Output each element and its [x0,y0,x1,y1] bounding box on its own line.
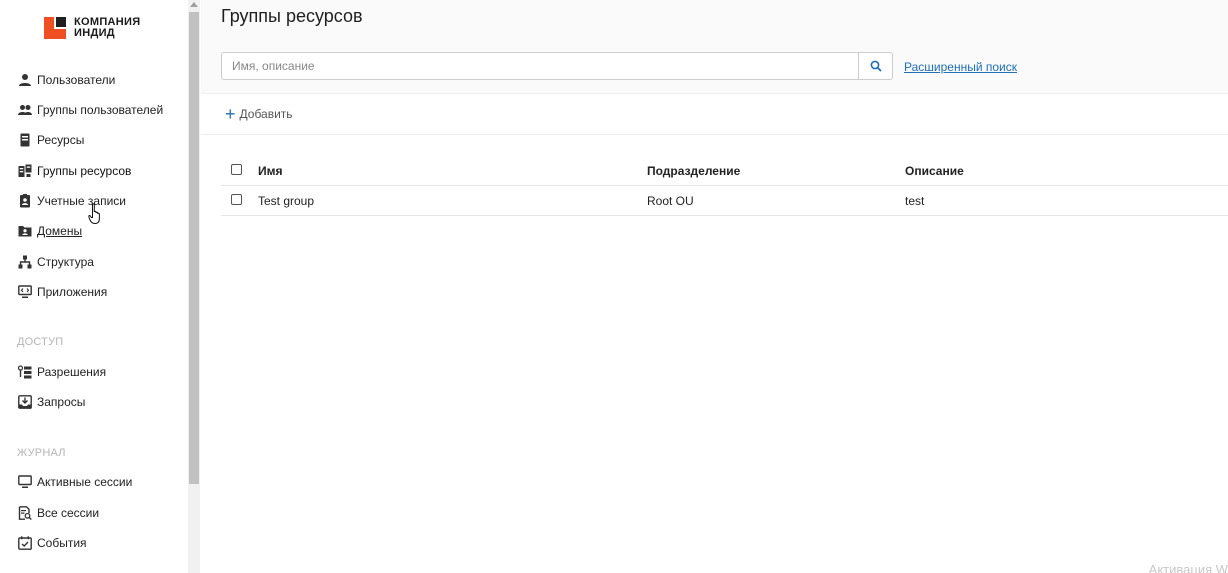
sidebar-item-label: Структура [37,255,94,269]
account-badge-icon [18,194,32,208]
doc-search-icon [18,506,32,520]
add-button-label: Добавить [239,107,293,121]
sidebar-item-domains[interactable]: Домены [18,221,82,241]
server-icon [18,133,32,147]
permissions-icon [18,365,32,379]
sidebar-item-users[interactable]: Пользователи [18,70,115,90]
user-icon [18,73,32,87]
sidebar-item-label: Ресурсы [37,133,85,147]
sidebar-item-label: События [37,536,87,550]
hand-cursor-icon [88,203,100,225]
scroll-up-arrow-icon[interactable] [190,2,198,7]
sidebar-item-structure[interactable]: Структура [18,252,94,272]
sidebar: КОМПАНИЯ ИНДИД Пользователи Группы польз… [0,0,188,573]
search-input[interactable] [221,52,859,80]
advanced-search-link[interactable]: Расширенный поиск [904,60,1017,74]
search-icon [870,60,882,72]
sidebar-item-label: Учетные записи [37,194,126,208]
sidebar-item-label: Пользователи [37,73,116,87]
section-label-journal: ЖУРНАЛ [17,447,66,459]
resource-groups-table: Имя Подразделение Описание Test group Ro… [221,156,1228,216]
calendar-check-icon [18,536,32,550]
page-title: Группы ресурсов [221,6,363,26]
column-header-description[interactable]: Описание [905,164,964,178]
main-content: Группы ресурсов Расширенный поиск + Доба… [201,0,1228,573]
sidebar-item-user-groups[interactable]: Группы пользователей [18,100,163,120]
resource-groups-icon [18,164,32,178]
folder-user-icon [18,224,32,238]
cell-name[interactable]: Test group [258,194,314,208]
sidebar-item-label: Разрешения [37,365,107,379]
sidebar-item-accounts[interactable]: Учетные записи [18,191,126,211]
sidebar-item-label: Домены [37,224,83,238]
table-header-row: Имя Подразделение Описание [221,156,1228,186]
plus-icon: + [225,104,236,124]
monitor-icon [18,475,32,489]
company-logo[interactable]: КОМПАНИЯ ИНДИД [44,17,140,39]
column-header-name[interactable]: Имя [258,164,283,178]
logo-mark-icon [44,17,66,39]
logo-line-2: ИНДИД [74,27,115,39]
page-header: Группы ресурсов Расширенный поиск [201,0,1228,94]
sidebar-item-label: Группы пользователей [37,103,164,117]
sidebar-item-events[interactable]: События [18,533,87,553]
sidebar-item-applications[interactable]: Приложения [18,282,107,302]
sidebar-item-resource-groups[interactable]: Группы ресурсов [18,161,131,181]
table-row[interactable]: Test group Root OU test [221,186,1228,216]
cell-ou: Root OU [647,194,694,208]
activation-watermark: Активация W [1148,562,1228,573]
search-button[interactable] [858,52,893,80]
sidebar-item-resources[interactable]: Ресурсы [18,130,84,150]
scroll-thumb[interactable] [189,12,199,484]
add-button[interactable]: + Добавить [225,104,293,124]
cell-description: test [905,194,925,208]
section-label-access: ДОСТУП [17,336,64,348]
sidebar-item-label: Группы ресурсов [37,164,132,178]
sidebar-item-label: Запросы [37,395,86,409]
sidebar-item-label: Приложения [37,285,108,299]
sidebar-item-requests[interactable]: Запросы [18,392,85,412]
row-checkbox[interactable] [231,194,242,205]
users-icon [18,103,32,117]
select-all-checkbox[interactable] [231,164,242,175]
sidebar-item-permissions[interactable]: Разрешения [18,362,106,382]
inbox-download-icon [18,395,32,409]
monitor-code-icon [18,285,32,299]
toolbar: + Добавить [201,95,1228,135]
sidebar-item-label: Все сессии [37,506,100,520]
sidebar-item-all-sessions[interactable]: Все сессии [18,503,99,523]
hierarchy-icon [18,255,32,269]
column-header-ou[interactable]: Подразделение [647,164,740,178]
sidebar-item-label: Активные сессии [37,475,133,489]
sidebar-scrollbar[interactable] [188,0,200,573]
sidebar-item-active-sessions[interactable]: Активные сессии [18,472,132,492]
